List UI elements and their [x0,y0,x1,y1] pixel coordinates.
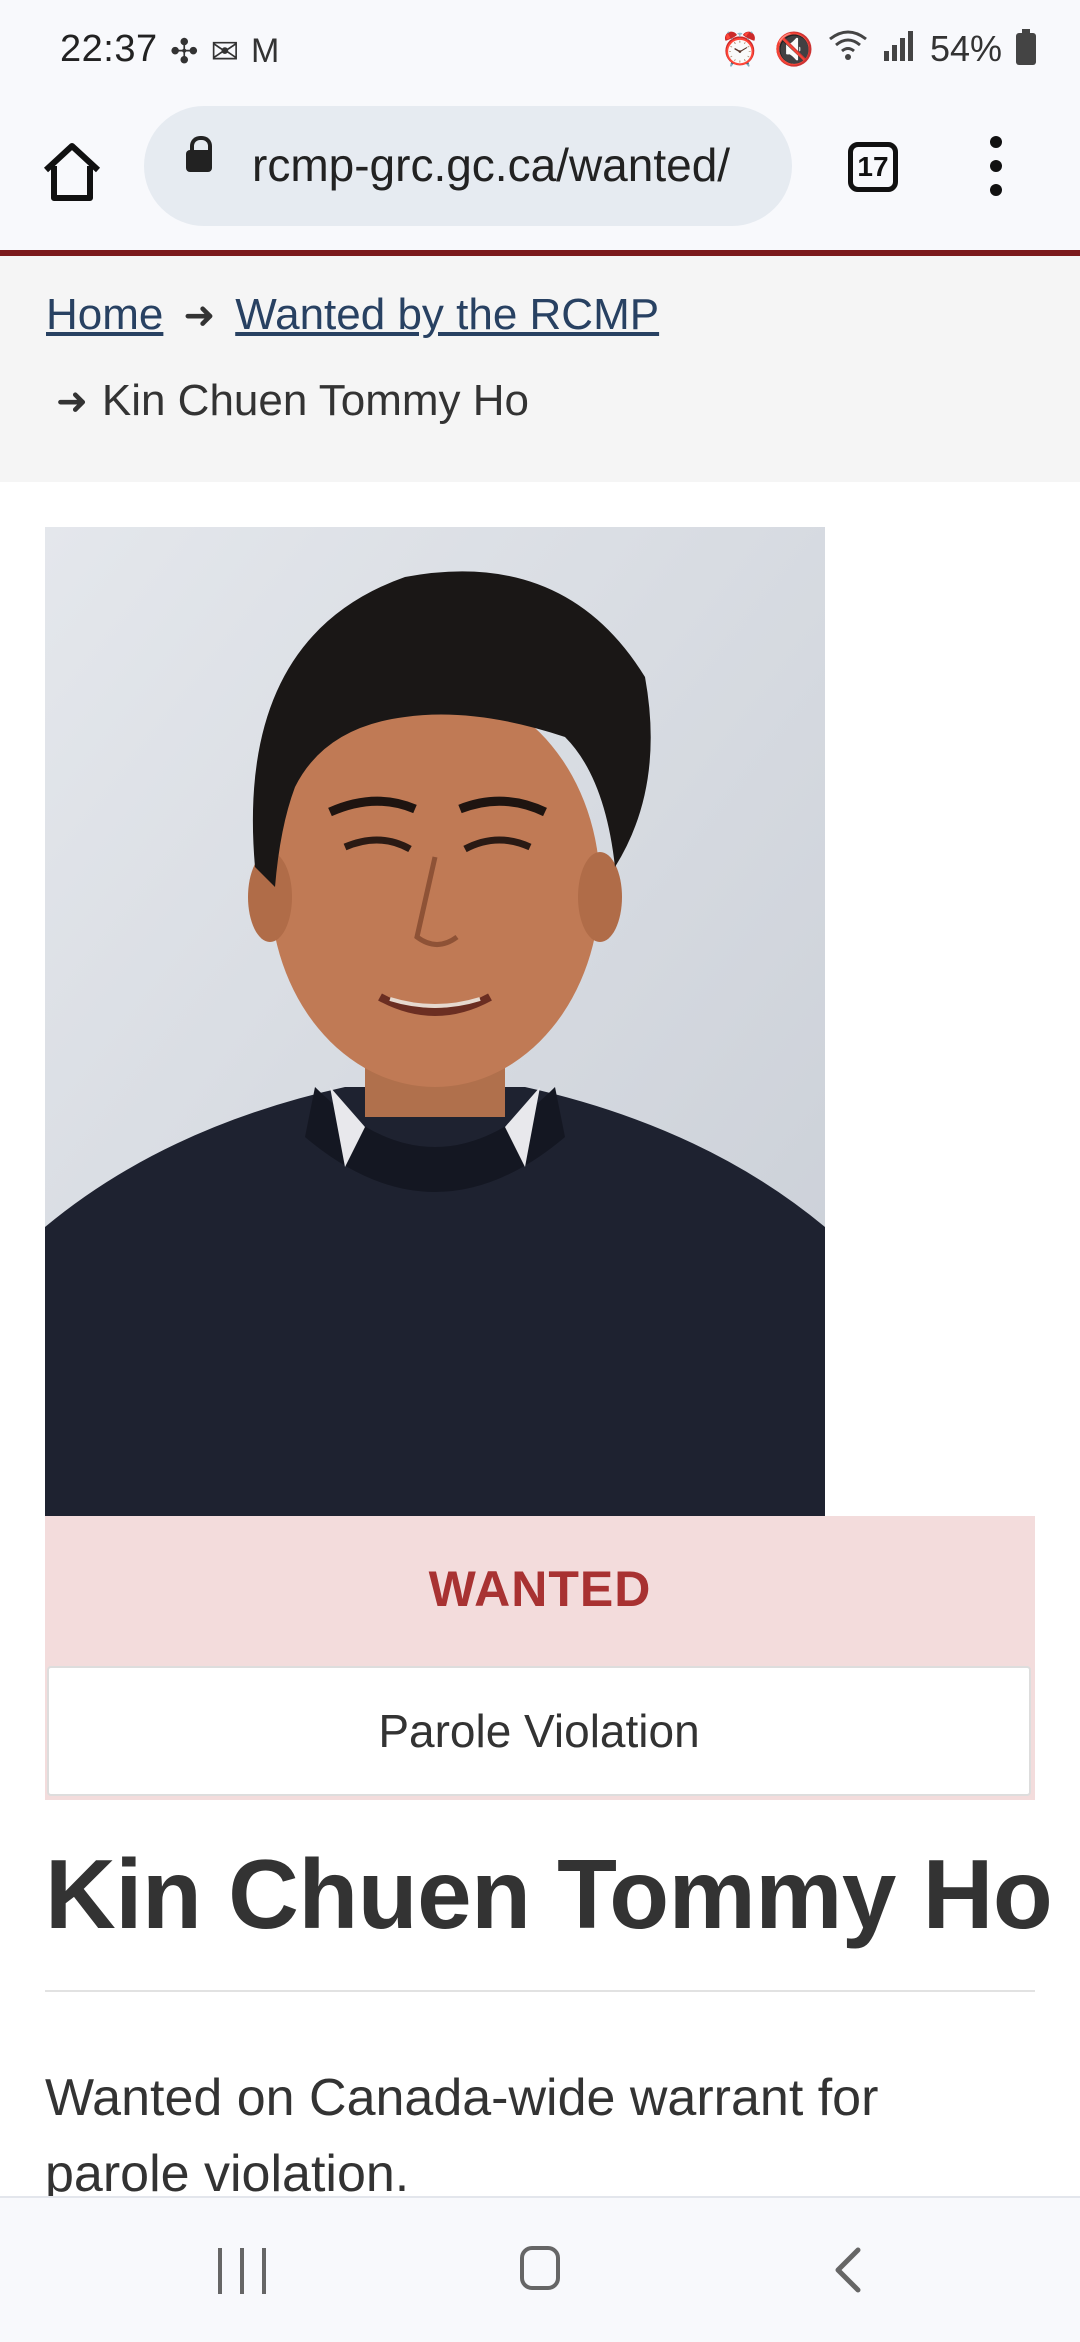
breadcrumb-wanted-link[interactable]: Wanted by the RCMP [235,290,659,340]
description-text: Wanted on Canada-wide warrant for parole… [45,2069,879,2203]
more-vert-icon [990,136,1002,148]
url-text: rcmp-grc.gc.ca/wanted/ [252,139,731,191]
outlook-icon: ✉ [210,33,240,71]
home-button[interactable] [36,136,108,208]
wifi-icon [828,29,868,69]
signal-icon [882,29,916,69]
notification-icons: ✣ ✉ M [170,32,279,72]
breadcrumb-home-link[interactable]: Home [46,290,163,340]
more-menu-button[interactable] [984,136,1008,200]
page-title: Kin Chuen Tommy Ho [45,1839,1053,1949]
title-divider [45,1990,1035,1992]
arrow-right-icon: ➜ [56,380,88,423]
alarm-icon: ⏰ [720,31,761,67]
tab-switcher-button[interactable]: 17 [848,142,898,192]
wanted-status: WANTED [428,1561,652,1617]
home-icon [43,143,101,201]
lock-icon [186,136,212,172]
arrow-right-icon: ➜ [183,294,216,337]
breadcrumb: Home ➜ Wanted by the RCMP ➜ Kin Chuen To… [0,256,1080,482]
back-chevron-icon [835,2247,861,2293]
status-right: ⏰ 🔇 54% [720,28,1036,70]
mute-icon: 🔇 [774,31,814,67]
wanted-notice: WANTED Parole Violation [45,1516,1035,1800]
battery-percent: 54% [929,28,1002,69]
system-home-button[interactable] [520,2246,560,2290]
suspect-photo [45,527,825,1516]
battery-icon [1016,29,1036,65]
fan-icon: ✣ [170,33,199,71]
back-button[interactable] [832,2246,862,2294]
address-bar[interactable]: rcmp-grc.gc.ca/wanted/ [144,106,792,226]
status-bar: 22:37 ✣ ✉ M ⏰ 🔇 54% [0,0,1080,100]
recents-button[interactable] [218,2248,266,2294]
system-nav-bar [0,2196,1080,2342]
status-time: 22:37 [60,28,158,70]
wanted-reason: Parole Violation [47,1666,1031,1796]
breadcrumb-current: Kin Chuen Tommy Ho [101,376,529,425]
browser-toolbar: rcmp-grc.gc.ca/wanted/ 17 [0,100,1080,252]
gmail-icon: M [251,32,280,70]
